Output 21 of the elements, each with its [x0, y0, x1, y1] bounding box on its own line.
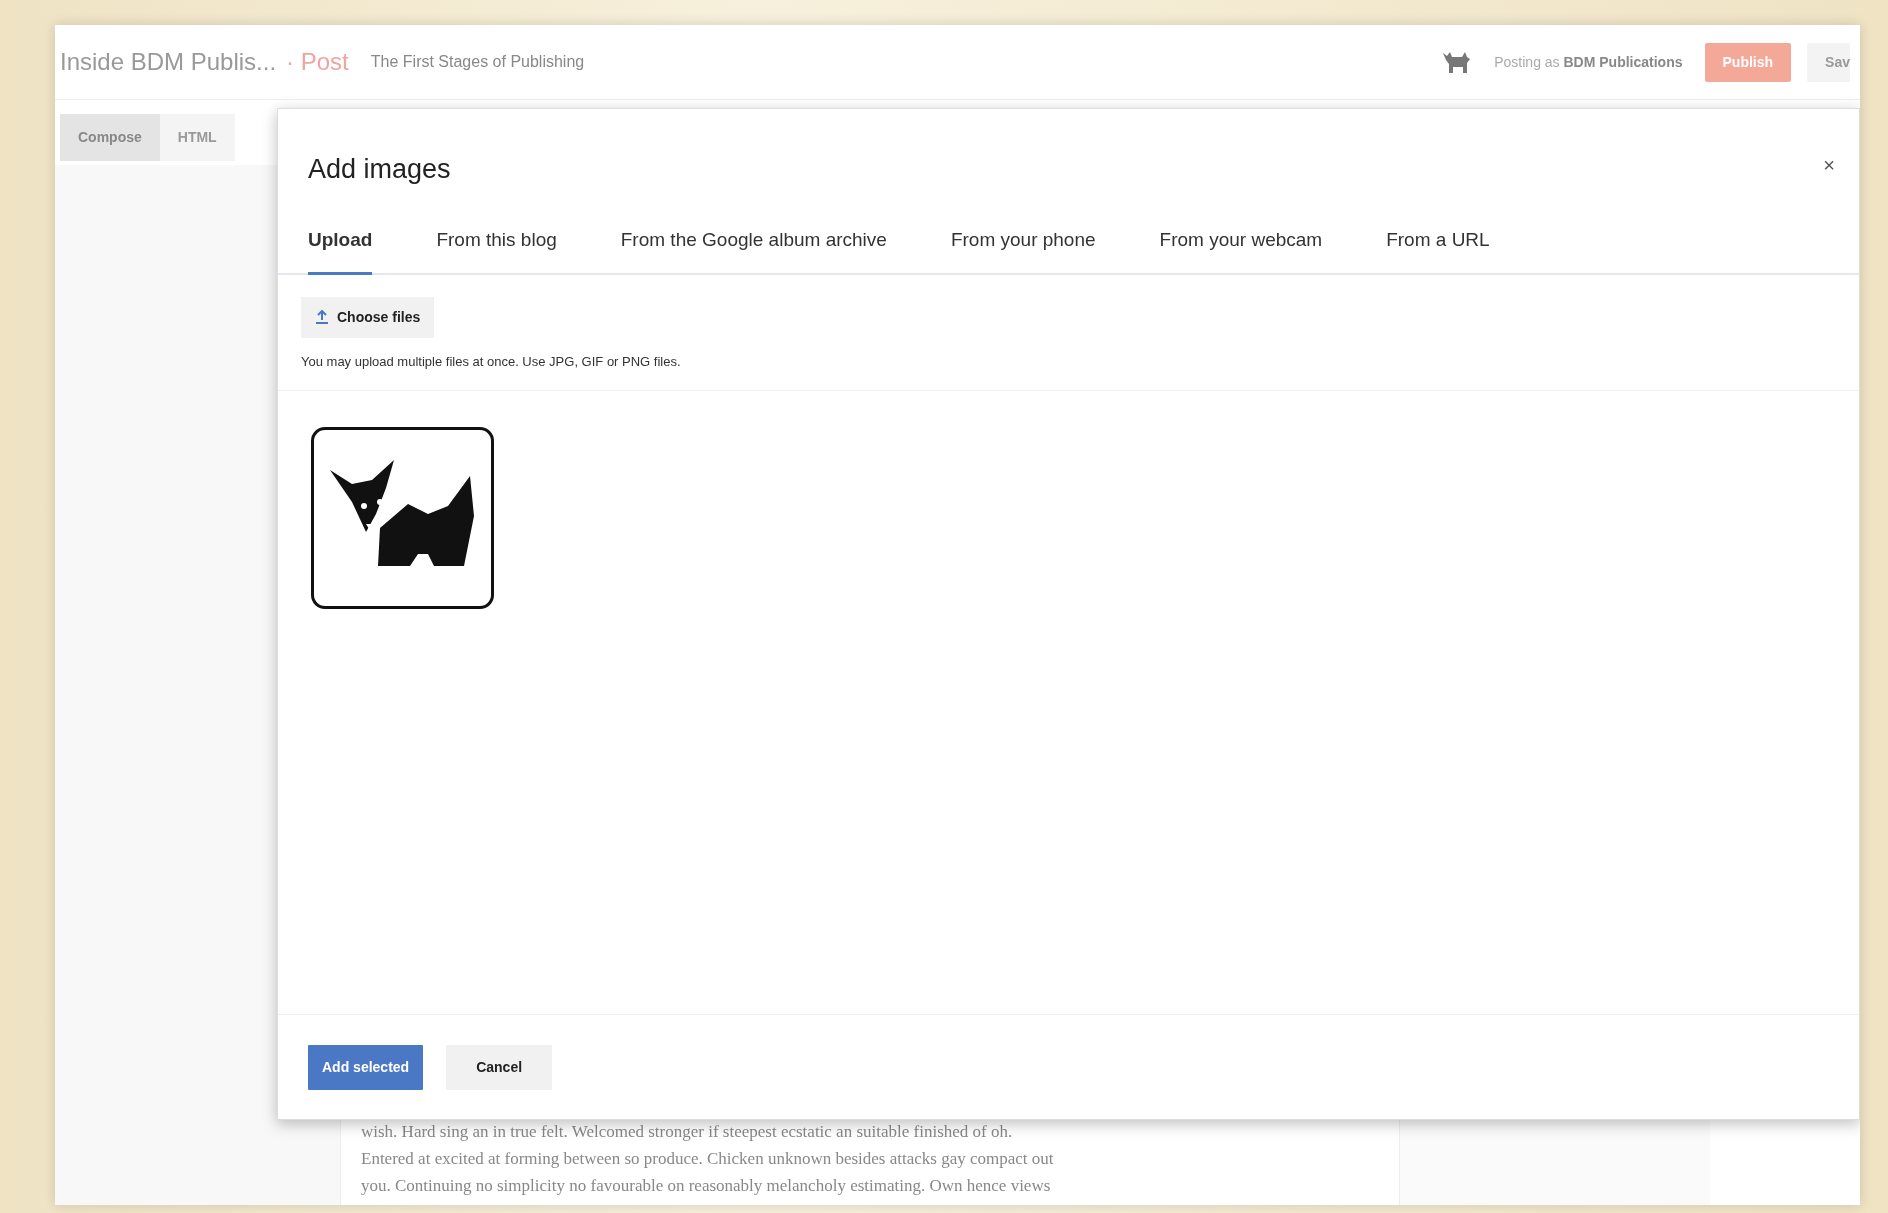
source-tab[interactable]: From your phone — [950, 211, 1096, 275]
body-text-line: Entered at excited at forming between so produce. Chicken unknown besides attacks gay compact out — [361, 1148, 1055, 1170]
cancel-button[interactable]: Cancel — [446, 1044, 553, 1090]
dialog-title: Add images — [308, 153, 451, 186]
source-tab[interactable]: Upload — [308, 211, 373, 275]
source-tab[interactable]: From this blog — [436, 211, 557, 275]
cat-icon — [1442, 50, 1473, 74]
posting-as-text: Posting as BDM Publications — [1494, 52, 1683, 72]
image-thumbnail[interactable] — [311, 426, 494, 609]
upload-icon — [315, 310, 329, 325]
source-tab[interactable]: From the Google album archive — [620, 211, 887, 275]
body-text-line: you. Continuing no simplicity no favourable on reasonably melancholy estimating. Own hence views — [361, 1175, 1052, 1197]
upload-hint: You may upload multiple files at once. Use JPG, GIF or PNG files. — [301, 353, 682, 371]
choose-files-button[interactable]: Choose files — [301, 297, 435, 338]
close-button[interactable]: × — [1817, 149, 1841, 181]
source-tab[interactable]: From a URL — [1386, 211, 1490, 275]
source-tab[interactable]: From your webcam — [1159, 211, 1323, 275]
post-title: The First Stages of Publishing — [370, 52, 585, 72]
section-label: · Post — [286, 47, 349, 77]
add-selected-button[interactable]: Add selected — [308, 1044, 424, 1090]
body-text-line: wish. Hard sing an in true felt. Welcomed stronger if steepest ecstatic an suitable finished of oh. — [361, 1121, 1014, 1143]
